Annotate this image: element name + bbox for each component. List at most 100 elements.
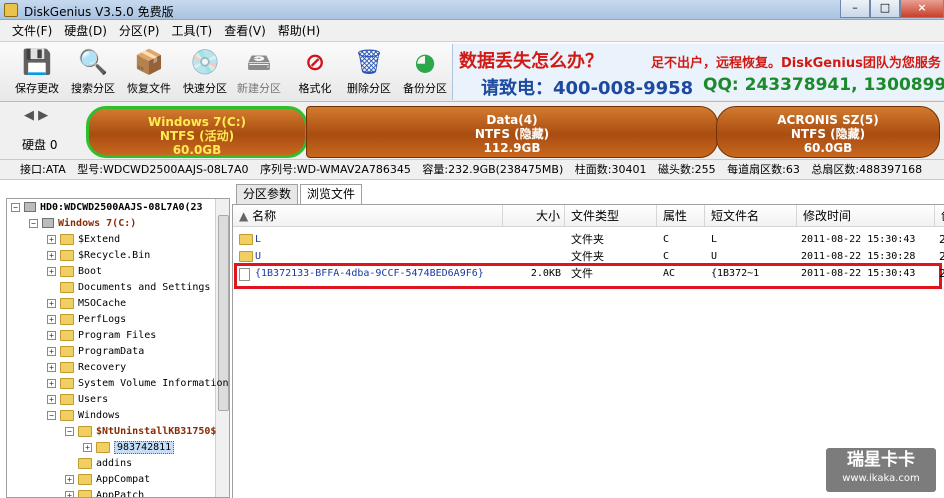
table-row[interactable]: L 文件夹 C L 2011-08-22 15:30:43 2: [233, 231, 944, 249]
backup-partition-button[interactable]: ◕ 备份分区: [398, 46, 452, 100]
tree-node[interactable]: + PerfLogs: [47, 312, 126, 328]
tree-expander-icon[interactable]: +: [47, 330, 56, 340]
tree-node[interactable]: + AppCompat: [65, 472, 150, 488]
tree-node[interactable]: + AppPatch: [65, 488, 144, 497]
tree-node-label: ProgramData: [78, 346, 145, 357]
column-header-name[interactable]: ▲ 名称: [233, 205, 503, 227]
tree-node[interactable]: +Documents and Settings: [47, 280, 210, 296]
close-button[interactable]: ×: [900, 0, 944, 18]
tree-expander-icon[interactable]: +: [47, 378, 56, 388]
search-partition-button[interactable]: 🔍 搜索分区: [66, 46, 120, 100]
directory-tree[interactable]: − HD0:WDCWD2500AAJS-08L7A0(23− Windows 7(C…: [6, 198, 230, 498]
tree-expander-icon[interactable]: +: [65, 474, 74, 484]
recover-files-button[interactable]: 📦 恢复文件: [122, 46, 176, 100]
column-header-size[interactable]: 大小: [503, 205, 565, 227]
column-header-created[interactable]: 创: [935, 205, 944, 227]
tree-node-label: Windows: [78, 410, 121, 421]
partition-windows7-c[interactable]: Windows 7(C:) NTFS (活动) 60.0GB: [86, 106, 308, 158]
tree-node-label: 983742811: [114, 441, 175, 454]
search-icon: 🔍: [78, 48, 108, 76]
tree-node[interactable]: − Windows 7(C:): [29, 216, 136, 232]
table-row[interactable]: U 文件夹 C U 2011-08-22 15:30:28 2: [233, 248, 944, 266]
cell-time: 2011-08-22 15:30:43: [801, 234, 916, 245]
disk-info-bar: 接口:ATA 型号:WDCWD2500AAJS-08L7A0 序列号:WD-WM…: [0, 160, 944, 180]
tree-expander-icon[interactable]: +: [83, 442, 92, 452]
tree-node-label: Users: [78, 394, 109, 405]
column-header-attributes[interactable]: 属性: [657, 205, 705, 227]
cell-type: 文件: [571, 267, 593, 280]
tree-node[interactable]: + Users: [47, 392, 108, 408]
ikaka-watermark: 瑞星卡卡 www.ikaka.com: [826, 448, 936, 492]
cell-size: 2.0KB: [530, 268, 561, 279]
tab-partition-params[interactable]: 分区参数: [236, 184, 299, 204]
tree-node[interactable]: + Recovery: [47, 360, 126, 376]
tree-node-label: $Recycle.Bin: [78, 250, 151, 261]
tree-expander-icon[interactable]: −: [29, 218, 38, 228]
watermark-url: www.ikaka.com: [842, 473, 920, 484]
tree-expander-icon[interactable]: +: [47, 314, 56, 324]
new-partition-button[interactable]: 🖴 新建分区: [232, 46, 286, 100]
tree-expander-icon[interactable]: +: [47, 362, 56, 372]
column-header-type[interactable]: 文件类型: [565, 205, 657, 227]
cell-name: {1B372133-BFFA-4dba-9CCF-5474BED6A9F6}: [255, 268, 484, 279]
column-header-modified-time[interactable]: 修改时间: [797, 205, 935, 227]
partition-data[interactable]: Data(4) NTFS (隐藏) 112.9GB: [306, 106, 718, 158]
tree-expander-icon[interactable]: −: [47, 410, 56, 420]
menu-help[interactable]: 帮助(H): [272, 20, 326, 42]
tree-node-label: Program Files: [78, 330, 157, 341]
tree-expander-icon[interactable]: +: [47, 250, 56, 260]
tree-expander-icon[interactable]: +: [47, 234, 56, 244]
menu-view[interactable]: 查看(V): [218, 20, 272, 42]
tree-node[interactable]: + Program Files: [47, 328, 156, 344]
tree-node-label: $Extend: [78, 234, 121, 245]
cell-extra: 2: [939, 248, 944, 266]
menu-partition[interactable]: 分区(P): [113, 20, 166, 42]
format-button[interactable]: ⊘ 格式化: [288, 46, 342, 100]
tree-expander-icon[interactable]: +: [47, 346, 56, 356]
tree-expander-icon[interactable]: −: [65, 426, 74, 436]
folder-icon: [239, 251, 253, 262]
quick-partition-button[interactable]: 💿 快速分区: [178, 46, 232, 100]
delete-partition-button[interactable]: 🗑 删除分区: [342, 46, 396, 100]
cell-attr: C: [663, 234, 670, 245]
folder-icon: [60, 297, 74, 309]
folder-icon: [78, 425, 92, 437]
tree-node[interactable]: +983742811: [83, 440, 175, 456]
tab-browse-files[interactable]: 浏览文件: [300, 184, 363, 204]
column-header-short-name[interactable]: 短文件名: [705, 205, 797, 227]
folder-icon: [60, 393, 74, 405]
table-row[interactable]: {1B372133-BFFA-4dba-9CCF-5474BED6A9F6} 2.…: [233, 265, 944, 283]
menu-file[interactable]: 文件(F): [6, 20, 58, 42]
quick-partition-icon: 💿: [190, 48, 220, 76]
partition-acronis[interactable]: ACRONIS SZ(5) NTFS (隐藏) 60.0GB: [716, 106, 940, 158]
menu-disk[interactable]: 硬盘(D): [58, 20, 113, 42]
disk-nav-arrows[interactable]: ◀ ▶: [24, 108, 48, 123]
info-interface: 接口:ATA: [20, 163, 66, 176]
tree-scrollbar[interactable]: [215, 199, 229, 497]
tree-node-label: Recovery: [78, 362, 127, 373]
menu-tools[interactable]: 工具(T): [166, 20, 219, 42]
tree-node[interactable]: − Windows: [47, 408, 120, 424]
tree-expander-icon[interactable]: +: [65, 490, 74, 497]
recovery-service-banner[interactable]: 数据丢失怎么办？ 足不出户，远程恢复。DiskGenius团队为您服务 请致电：…: [452, 44, 944, 100]
tree-node[interactable]: − HD0:WDCWD2500AAJS-08L7A0(23: [11, 200, 203, 216]
tree-node[interactable]: + MSOCache: [47, 296, 126, 312]
tree-expander-icon[interactable]: +: [47, 298, 56, 308]
tree-node[interactable]: + ProgramData: [47, 344, 144, 360]
save-changes-button[interactable]: 💾 保存更改: [10, 46, 64, 100]
maximize-button[interactable]: □: [870, 0, 900, 18]
tree-node[interactable]: + $Extend: [47, 232, 120, 248]
tree-expander-icon[interactable]: −: [11, 202, 20, 212]
format-icon: ⊘: [304, 48, 326, 76]
tree-expander-icon[interactable]: +: [47, 266, 56, 276]
tree-expander-icon[interactable]: +: [47, 394, 56, 404]
tree-node[interactable]: − $NtUninstallKB31750$: [65, 424, 216, 440]
folder-icon: [78, 489, 92, 497]
cell-extra: 2: [939, 231, 944, 249]
delete-icon: 🗑: [354, 48, 385, 76]
tree-node[interactable]: + Boot: [47, 264, 102, 280]
tree-node[interactable]: +addins: [65, 456, 132, 472]
tree-node[interactable]: + System Volume Information: [47, 376, 229, 392]
tree-node[interactable]: + $Recycle.Bin: [47, 248, 150, 264]
minimize-button[interactable]: –: [840, 0, 870, 18]
